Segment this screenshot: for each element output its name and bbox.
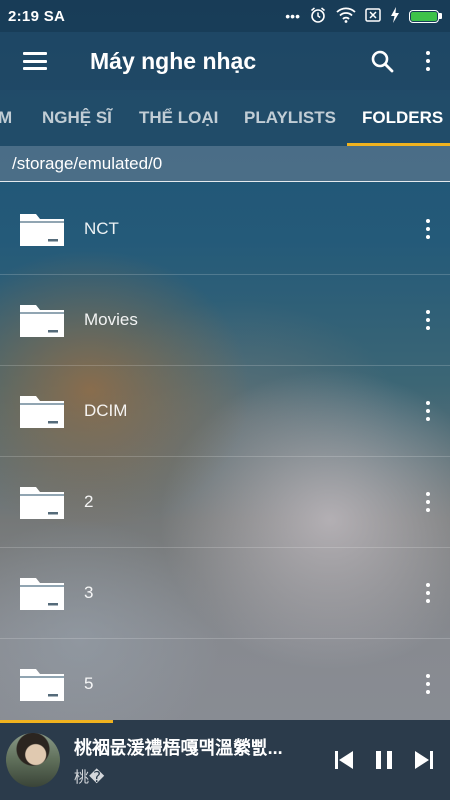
alarm-icon — [309, 6, 327, 27]
pause-icon — [376, 751, 392, 769]
track-info: 桃裀뭆湲禮梧嘎먝溫縈삜... 桃� — [74, 734, 324, 787]
more-vert-icon — [426, 219, 430, 239]
more-options-button[interactable] — [406, 32, 450, 90]
tab-folders[interactable]: FOLDERS — [362, 90, 443, 146]
folder-icon — [0, 639, 84, 730]
folder-list: NCT Movies DCIM 2 3 5 — [0, 184, 450, 730]
status-time: 2:19 SA — [8, 7, 66, 25]
path-breadcrumb[interactable]: /storage/emulated/0 — [0, 146, 450, 182]
more-vert-icon — [426, 583, 430, 603]
folder-name: DCIM — [84, 401, 128, 420]
track-title: 桃裀뭆湲禮梧嘎먝溫縈삜... — [74, 737, 283, 758]
more-vert-icon — [426, 310, 430, 330]
tab-bar: M NGHỆ SĨ THỂ LOẠI PLAYLISTS FOLDERS — [0, 90, 450, 146]
previous-button[interactable] — [324, 730, 364, 790]
folder-name: 3 — [84, 583, 94, 602]
folder-icon — [0, 366, 84, 457]
notification-dots: ••• — [285, 8, 300, 24]
item-more-button[interactable] — [406, 457, 450, 548]
menu-button[interactable] — [0, 32, 70, 90]
skip-next-icon — [415, 751, 433, 769]
item-more-button[interactable] — [406, 639, 450, 730]
more-vert-icon — [426, 401, 430, 421]
app-bar: Máy nghe nhạc — [0, 32, 450, 90]
path-text: /storage/emulated/0 — [12, 153, 163, 173]
list-item[interactable]: Movies — [0, 275, 450, 366]
more-vert-icon — [426, 51, 430, 71]
mini-player[interactable]: 桃裀뭆湲禮梧嘎먝溫縈삜... 桃� — [0, 720, 450, 800]
pause-button[interactable] — [364, 730, 404, 790]
folder-icon — [0, 275, 84, 366]
track-artist: 桃� — [74, 768, 105, 786]
sim-off-icon — [365, 7, 381, 26]
app-title: Máy nghe nhạc — [90, 47, 257, 74]
next-button[interactable] — [404, 730, 444, 790]
folder-name: Movies — [84, 310, 138, 329]
folder-icon — [0, 184, 84, 275]
item-more-button[interactable] — [406, 366, 450, 457]
folder-icon — [0, 457, 84, 548]
folder-name: 2 — [84, 492, 94, 511]
tab-artists[interactable]: NGHỆ SĨ — [42, 90, 112, 146]
tab-playlists[interactable]: PLAYLISTS — [244, 90, 336, 146]
list-item[interactable]: NCT — [0, 184, 450, 275]
tab-songs[interactable]: M — [0, 90, 12, 146]
playback-progress-bar — [0, 720, 113, 723]
status-icons: ••• — [285, 6, 442, 27]
album-art — [6, 733, 60, 787]
skip-previous-icon — [335, 751, 353, 769]
battery-icon — [409, 9, 442, 23]
item-more-button[interactable] — [406, 548, 450, 639]
item-more-button[interactable] — [406, 275, 450, 366]
search-button[interactable] — [358, 32, 406, 90]
search-icon — [371, 50, 394, 73]
list-item[interactable]: 3 — [0, 548, 450, 639]
more-vert-icon — [426, 674, 430, 694]
menu-icon — [23, 52, 47, 70]
list-item[interactable]: 5 — [0, 639, 450, 730]
folder-icon — [0, 548, 84, 639]
more-vert-icon — [426, 492, 430, 512]
item-more-button[interactable] — [406, 184, 450, 275]
charging-icon — [390, 6, 400, 26]
status-bar: 2:19 SA ••• — [0, 0, 450, 32]
list-item[interactable]: DCIM — [0, 366, 450, 457]
tab-genres[interactable]: THỂ LOẠI — [139, 90, 218, 146]
folder-name: 5 — [84, 674, 94, 693]
list-item[interactable]: 2 — [0, 457, 450, 548]
wifi-icon — [336, 7, 356, 26]
folder-name: NCT — [84, 219, 119, 238]
